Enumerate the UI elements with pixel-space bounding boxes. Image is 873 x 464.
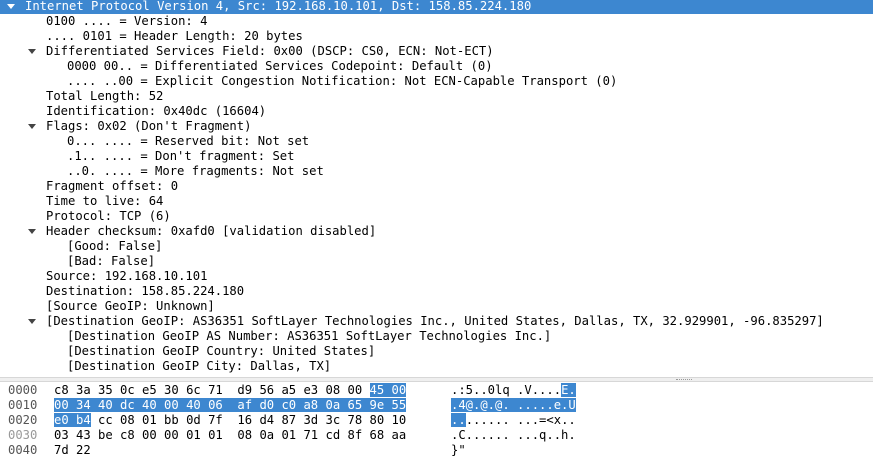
tree-row[interactable]: Fragment offset: 0 [0,179,873,194]
tree-row-label: Fragment offset: 0 [46,179,179,193]
byte-segment: c8 3a 35 0c e5 30 6c 71 d9 56 a5 e3 08 0… [54,383,370,397]
hexdump-hex-bytes[interactable]: 00 34 40 dc 40 00 40 06 af d0 c0 a8 0a 6… [54,398,407,413]
expander-arrow-icon[interactable] [25,119,39,134]
hexdump-offset: 0020 [8,413,38,427]
tree-row-label: Protocol: TCP (6) [46,209,171,223]
hexdump-ascii[interactable]: .:5..0lq .V....E. [451,383,576,398]
tree-row-label: [Source GeoIP: Unknown] [46,299,215,313]
tree-row[interactable]: Protocol: TCP (6) [0,209,873,224]
tree-row[interactable]: .... 0101 = Header Length: 20 bytes [0,29,873,44]
tree-row-label: .... 0101 = Header Length: 20 bytes [46,29,303,43]
tree-row[interactable]: [Source GeoIP: Unknown] [0,299,873,314]
byte-segment: .C...... ...q..h. [451,428,576,442]
highlighted-bytes: 45 00 [369,383,407,397]
tree-row[interactable]: Flags: 0x02 (Don't Fragment) [0,119,873,134]
tree-row-label: [Destination GeoIP City: Dallas, TX] [67,359,332,373]
highlighted-bytes: e0 b4 [54,413,91,427]
tree-row-label: Identification: 0x40dc (16604) [46,104,267,118]
byte-segment: 03 43 be c8 00 00 01 01 08 0a 01 71 cd 8… [54,428,407,442]
hexdump-hex-bytes[interactable]: 03 43 be c8 00 00 01 01 08 0a 01 71 cd 8… [54,428,406,443]
tree-row[interactable]: [Destination GeoIP Country: United State… [0,344,873,359]
byte-segment: .:5..0lq .V.... [451,383,562,397]
tree-row-label: Time to live: 64 [46,194,164,208]
tree-row[interactable]: [Bad: False] [0,254,873,269]
highlighted-bytes: 00 34 40 dc 40 00 40 06 af d0 c0 a8 0a 6… [54,398,407,412]
expander-arrow-icon[interactable] [25,314,39,329]
tree-row[interactable]: .1.. .... = Don't fragment: Set [0,149,873,164]
hexdump-ascii[interactable]: }" [451,443,466,458]
hexdump-offset: 0040 [8,443,38,457]
tree-row-label: 0... .... = Reserved bit: Not set [67,134,310,148]
byte-segment: ...... ...=<x.. [465,413,576,427]
tree-row-label: Flags: 0x02 (Don't Fragment) [46,119,252,133]
hexdump-ascii[interactable]: .4@.@.@. .....e.U [451,398,576,413]
tree-row[interactable]: [Good: False] [0,239,873,254]
tree-row-label: Source: 192.168.10.101 [46,269,208,283]
tree-row[interactable]: Destination: 158.85.224.180 [0,284,873,299]
hexdump-offset: 0030 [8,428,38,442]
tree-row[interactable]: [Destination GeoIP City: Dallas, TX] [0,359,873,374]
tree-row[interactable]: 0000 00.. = Differentiated Services Code… [0,59,873,74]
tree-row[interactable]: Total Length: 52 [0,89,873,104]
hexdump-row[interactable]: 0040 7d 22 }" [0,443,873,458]
tree-row[interactable]: ..0. .... = More fragments: Not set [0,164,873,179]
hexdump-row[interactable]: 0020 e0 b4 cc 08 01 bb 0d 7f 16 d4 87 3d … [0,413,873,428]
tree-row-label: Total Length: 52 [46,89,164,103]
hexdump-row[interactable]: 0030 03 43 be c8 00 00 01 01 08 0a 01 71 … [0,428,873,443]
byte-segment: }" [451,443,466,457]
tree-row[interactable]: Source: 192.168.10.101 [0,269,873,284]
tree-row[interactable]: 0100 .... = Version: 4 [0,14,873,29]
highlighted-bytes: .. [451,413,466,427]
hexdump-row[interactable]: 0000 c8 3a 35 0c e5 30 6c 71 d9 56 a5 e3 … [0,383,873,398]
tree-row-label: .1.. .... = Don't fragment: Set [67,149,295,163]
hexdump-ascii[interactable]: .C...... ...q..h. [451,428,576,443]
packet-details-tree[interactable]: Internet Protocol Version 4, Src: 192.16… [0,0,873,377]
hexdump-hex-bytes[interactable]: e0 b4 cc 08 01 bb 0d 7f 16 d4 87 3d 3c 7… [54,413,406,428]
hexdump-hex-bytes[interactable]: c8 3a 35 0c e5 30 6c 71 d9 56 a5 e3 08 0… [54,383,407,398]
tree-row-label: [Destination GeoIP Country: United State… [67,344,376,358]
byte-segment: cc 08 01 bb 0d 7f 16 d4 87 3d 3c 78 80 1… [90,413,407,427]
tree-row-label: [Bad: False] [67,254,156,268]
tree-row[interactable]: [Destination GeoIP AS Number: AS36351 So… [0,329,873,344]
expander-arrow-icon[interactable] [25,224,39,239]
tree-row[interactable]: [Destination GeoIP: AS36351 SoftLayer Te… [0,314,873,329]
tree-row-label: ..0. .... = More fragments: Not set [67,164,324,178]
tree-row-label: Differentiated Services Field: 0x00 (DSC… [46,44,494,58]
tree-row[interactable]: Internet Protocol Version 4, Src: 192.16… [0,0,873,14]
tree-row-label: Destination: 158.85.224.180 [46,284,245,298]
tree-row[interactable]: 0... .... = Reserved bit: Not set [0,134,873,149]
tree-row[interactable]: Identification: 0x40dc (16604) [0,104,873,119]
hexdump-hex-bytes[interactable]: 7d 22 [54,443,91,458]
highlighted-bytes: .4@.@.@. .....e.U [451,398,576,412]
packet-bytes-pane[interactable]: 0000 c8 3a 35 0c e5 30 6c 71 d9 56 a5 e3 … [0,382,873,464]
highlighted-bytes: E. [561,383,576,397]
tree-row-label: 0000 00.. = Differentiated Services Code… [67,59,493,73]
tree-row-label: .... ..00 = Explicit Congestion Notifica… [67,74,618,88]
tree-row-label: [Destination GeoIP AS Number: AS36351 So… [67,329,552,343]
hexdump-ascii[interactable]: ........ ...=<x.. [451,413,576,428]
tree-row-label: [Good: False] [67,239,163,253]
tree-row[interactable]: Time to live: 64 [0,194,873,209]
tree-row[interactable]: Header checksum: 0xafd0 [validation disa… [0,224,873,239]
byte-segment: 7d 22 [54,443,91,457]
tree-row-label: Internet Protocol Version 4, Src: 192.16… [25,0,532,13]
tree-row-label: 0100 .... = Version: 4 [46,14,208,28]
expander-arrow-icon[interactable] [25,44,39,59]
hexdump-offset: 0010 [8,398,38,412]
tree-row-label: Header checksum: 0xafd0 [validation disa… [46,224,377,238]
tree-row[interactable]: Differentiated Services Field: 0x00 (DSC… [0,44,873,59]
tree-row-label: [Destination GeoIP: AS36351 SoftLayer Te… [46,314,824,328]
hexdump-row[interactable]: 0010 00 34 40 dc 40 00 40 06 af d0 c0 a8 … [0,398,873,413]
hexdump-offset: 0000 [8,383,38,397]
expander-arrow-icon[interactable] [4,0,18,14]
tree-row[interactable]: .... ..00 = Explicit Congestion Notifica… [0,74,873,89]
